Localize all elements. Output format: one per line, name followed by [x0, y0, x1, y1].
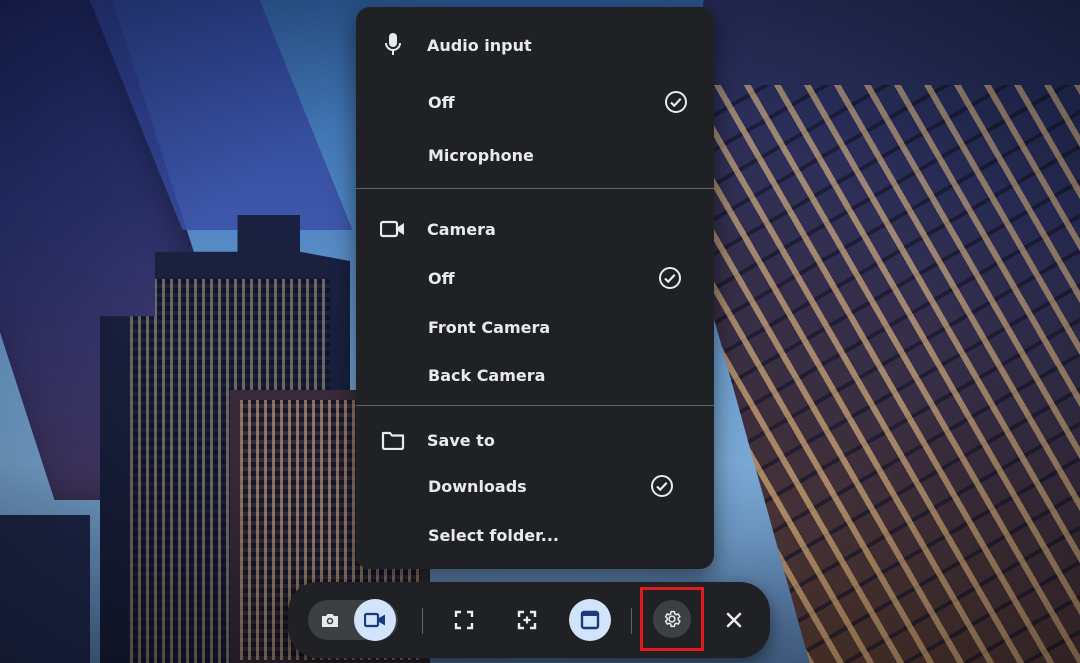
settings-highlight-box — [640, 587, 704, 651]
close-capture-button[interactable] — [718, 604, 750, 636]
option-label: Back Camera — [428, 365, 546, 385]
partial-icon — [517, 610, 537, 630]
camera-title: Camera — [427, 219, 496, 239]
option-label: Downloads — [428, 476, 527, 496]
audio-input-section: Audio input Off Microphone — [356, 7, 714, 188]
folder-icon — [380, 427, 406, 453]
option-label: Front Camera — [428, 317, 551, 337]
screenshot-mode-button[interactable] — [314, 604, 346, 636]
wallpaper-building-right — [678, 0, 1080, 663]
save-to-section: Save to Downloads Select folder... — [356, 406, 714, 569]
wallpaper-windows — [697, 85, 1080, 663]
capture-type-toggle — [308, 599, 398, 641]
partial-capture-button[interactable] — [511, 604, 543, 636]
videocam-icon — [364, 612, 385, 628]
videocam-icon — [380, 216, 406, 242]
camera-section: Camera Off Front Camera Back Camera — [356, 189, 714, 405]
audio-input-header: Audio input — [356, 25, 714, 65]
option-label: Off — [428, 268, 455, 288]
check-circle-icon — [659, 267, 681, 289]
camera-icon — [322, 614, 338, 627]
capture-mode-bar — [288, 582, 770, 658]
option-label: Microphone — [428, 145, 534, 165]
audio-option-microphone[interactable]: Microphone — [356, 135, 714, 175]
check-circle-icon — [651, 475, 673, 497]
desktop-screen: Audio input Off Microphone Camera Off Fr… — [0, 0, 1080, 663]
close-icon — [726, 612, 742, 628]
audio-input-title: Audio input — [427, 35, 532, 55]
capture-settings-menu: Audio input Off Microphone Camera Off Fr… — [356, 7, 714, 569]
camera-option-off[interactable]: Off — [356, 258, 714, 298]
toolbar-separator — [631, 608, 632, 634]
screen-record-mode-button[interactable] — [354, 599, 396, 641]
fullscreen-capture-button[interactable] — [448, 604, 480, 636]
option-label: Select folder... — [428, 525, 559, 545]
option-label: Off — [428, 92, 455, 112]
save-option-downloads[interactable]: Downloads — [356, 466, 714, 506]
wallpaper-building-small — [0, 515, 90, 663]
check-circle-icon — [665, 91, 687, 113]
save-option-select-folder[interactable]: Select folder... — [356, 515, 714, 555]
camera-option-back[interactable]: Back Camera — [356, 355, 714, 395]
window-icon — [580, 610, 600, 630]
microphone-icon — [380, 32, 406, 58]
camera-option-front[interactable]: Front Camera — [356, 307, 714, 347]
save-to-header: Save to — [356, 420, 714, 460]
fullscreen-icon — [454, 610, 474, 630]
camera-header: Camera — [356, 209, 714, 249]
toolbar-separator — [422, 608, 423, 634]
audio-option-off[interactable]: Off — [356, 82, 714, 122]
window-capture-button[interactable] — [569, 599, 611, 641]
save-to-title: Save to — [427, 430, 495, 450]
